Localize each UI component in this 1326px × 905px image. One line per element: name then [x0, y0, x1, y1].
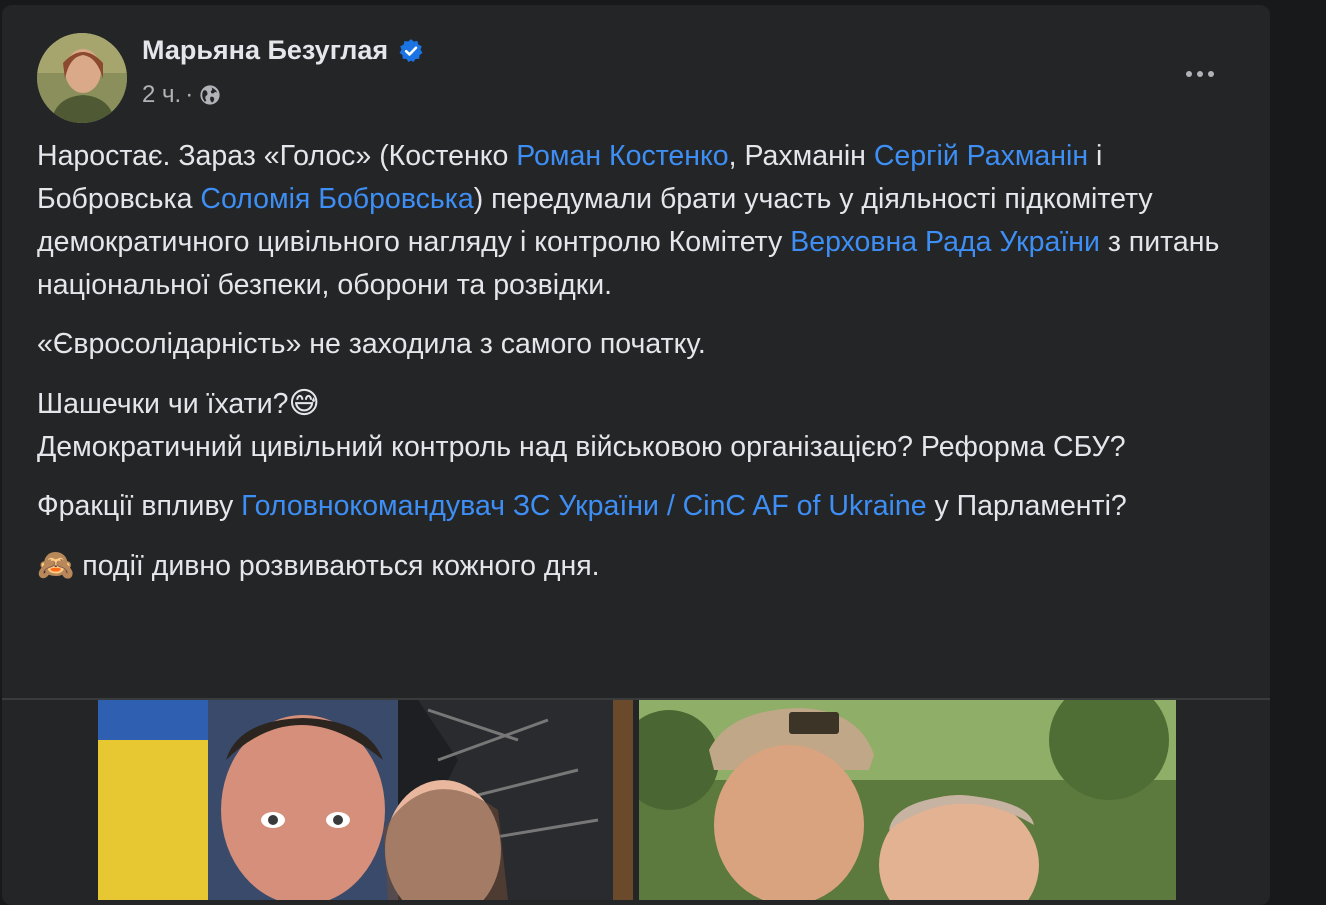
- mention-link[interactable]: Головнокомандувач ЗС України / CinC AF o…: [241, 490, 926, 522]
- post-card: Марьяна Безуглая 2 ч. · Наростає. Зараз …: [2, 5, 1270, 905]
- avatar[interactable]: [37, 33, 127, 123]
- post-paragraph: «Євросолідарність» не заходила з самого …: [37, 323, 1247, 366]
- post-text-segment: Наростає. Зараз «Голос» (Костенко: [37, 140, 517, 172]
- post-text-segment: у Парламенті?: [926, 490, 1127, 522]
- mention-link[interactable]: Верховна Рада України: [790, 226, 1100, 258]
- post-paragraph: Фракції впливу Головнокомандувач ЗС Укра…: [37, 485, 1247, 528]
- post-text-segment: Демократичний цивільний контроль над вій…: [37, 431, 1126, 463]
- author-name[interactable]: Марьяна Безуглая: [142, 35, 424, 66]
- globe-icon[interactable]: [199, 84, 221, 106]
- post-text: Наростає. Зараз «Голос» (Костенко Роман …: [37, 135, 1247, 604]
- mention-link[interactable]: Сергій Рахманін: [874, 140, 1088, 172]
- post-text-segment: Фракції впливу: [37, 490, 242, 522]
- post-text-segment: Шашечки чи їхати?: [37, 388, 289, 420]
- post-time[interactable]: 2 ч.: [142, 81, 181, 109]
- post-text-segment: «Євросолідарність» не заходила з самого …: [37, 328, 706, 360]
- verified-badge-icon: [398, 38, 424, 64]
- post-paragraph: Шашечки чи їхати?😅 Демократичний цивільни…: [37, 382, 1247, 469]
- post-header: Марьяна Безуглая 2 ч. ·: [2, 5, 1270, 125]
- post-text-segment: , Рахманін: [728, 140, 874, 172]
- post-paragraph: 🙈 події дивно розвиваються кожного дня.: [37, 544, 1247, 588]
- post-paragraph: Наростає. Зараз «Голос» (Костенко Роман …: [37, 135, 1247, 307]
- emoji: 😅: [288, 387, 320, 420]
- emoji: 🙈: [37, 549, 75, 582]
- mention-link[interactable]: Соломія Бобровська: [200, 183, 473, 215]
- post-meta: 2 ч. ·: [142, 81, 221, 109]
- post-photo-left[interactable]: [98, 700, 633, 900]
- meta-separator: ·: [185, 81, 194, 108]
- post-photo-right[interactable]: [639, 700, 1176, 900]
- post-photos: [2, 700, 1270, 905]
- post-text-segment: події дивно розвиваються кожного дня.: [74, 550, 600, 582]
- author-name-text[interactable]: Марьяна Безуглая: [142, 35, 388, 66]
- more-options-icon[interactable]: [1180, 59, 1220, 89]
- avatar-image: [37, 33, 127, 123]
- mention-link[interactable]: Роман Костенко: [516, 140, 728, 172]
